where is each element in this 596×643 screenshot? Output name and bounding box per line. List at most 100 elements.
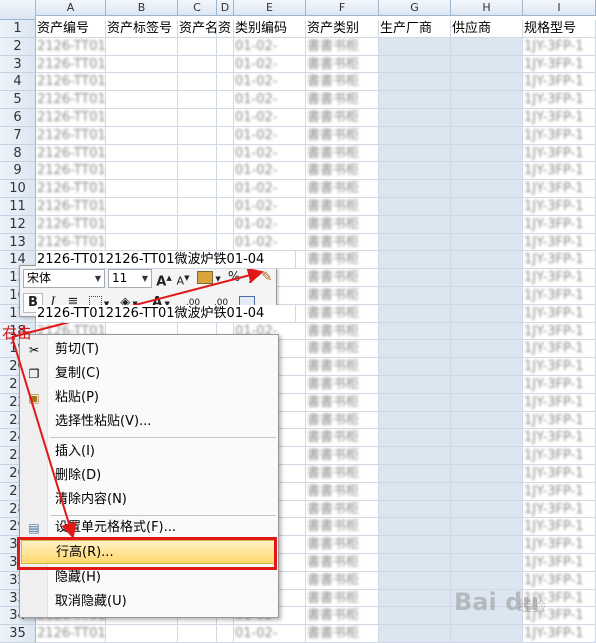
empty-cell[interactable] [451, 162, 523, 181]
row-header[interactable]: 12 [0, 215, 36, 234]
empty-cell[interactable] [217, 126, 234, 145]
column-header-e[interactable]: E [234, 0, 306, 16]
empty-cell[interactable] [217, 233, 234, 252]
blurred-cell[interactable]: 書書书柜 [306, 322, 379, 341]
empty-cell[interactable] [451, 304, 523, 323]
empty-cell[interactable] [379, 393, 451, 412]
blurred-cell[interactable]: 1JY-3FP-1 [523, 37, 596, 56]
empty-cell[interactable] [451, 393, 523, 412]
blurred-cell[interactable]: 2126-TT012126-TT01 [36, 126, 106, 145]
empty-cell[interactable] [178, 91, 217, 109]
header-cell[interactable]: 资产名 [178, 20, 217, 38]
blurred-cell[interactable]: 書書书柜 [306, 144, 379, 163]
empty-cell[interactable] [451, 91, 523, 109]
blurred-cell[interactable]: 書書书柜 [306, 162, 379, 181]
grow-font-button[interactable]: A▲ [155, 268, 173, 289]
blurred-cell[interactable]: 書書书柜 [306, 269, 379, 287]
empty-cell[interactable] [379, 251, 451, 270]
empty-cell[interactable] [379, 411, 451, 430]
row-header[interactable]: 6 [0, 109, 36, 127]
blurred-cell[interactable]: 01-02- [234, 198, 306, 216]
row-header[interactable]: 8 [0, 144, 36, 163]
empty-cell[interactable] [379, 465, 451, 483]
column-header-b[interactable]: B [106, 0, 178, 16]
row-header[interactable]: 13 [0, 233, 36, 252]
row-header[interactable]: 11 [0, 198, 36, 216]
blurred-cell[interactable]: 2126-TT012126-TT01 [36, 162, 106, 181]
empty-cell[interactable] [379, 536, 451, 554]
accounting-format-button[interactable]: ▼ [195, 268, 223, 288]
empty-cell[interactable] [178, 215, 217, 234]
blurred-cell[interactable]: 1JY-3FP-1 [523, 91, 596, 109]
empty-cell[interactable] [379, 554, 451, 572]
empty-cell[interactable] [451, 215, 523, 234]
empty-cell[interactable] [451, 109, 523, 127]
column-header-a[interactable]: A [36, 0, 106, 16]
blurred-cell[interactable]: 書書书柜 [306, 37, 379, 56]
empty-cell[interactable] [379, 109, 451, 127]
blurred-cell[interactable]: 1JY-3FP-1 [523, 625, 596, 643]
column-header-g[interactable]: G [379, 0, 451, 16]
empty-cell[interactable] [451, 73, 523, 92]
empty-cell[interactable] [379, 198, 451, 216]
blurred-cell[interactable]: 1JY-3FP-1 [523, 536, 596, 554]
blurred-cell[interactable]: 1JY-3FP-1 [523, 340, 596, 359]
empty-cell[interactable] [451, 198, 523, 216]
blurred-cell[interactable]: 01-02- [234, 73, 306, 92]
empty-cell[interactable] [217, 144, 234, 163]
empty-cell[interactable] [106, 73, 178, 92]
empty-cell[interactable] [379, 340, 451, 359]
menu-item-clear-contents[interactable]: 清除内容(N) [20, 488, 278, 512]
blurred-cell[interactable]: 書書书柜 [306, 126, 379, 145]
blurred-cell[interactable]: 01-02- [234, 233, 306, 252]
blurred-cell[interactable]: 書書书柜 [306, 518, 379, 537]
empty-cell[interactable] [451, 180, 523, 198]
row-header[interactable]: 9 [0, 162, 36, 181]
blurred-cell[interactable]: 2126-TT012126-TT01 [36, 73, 106, 92]
menu-item-insert[interactable]: 插入(I) [20, 440, 278, 464]
empty-cell[interactable] [451, 55, 523, 74]
header-cell[interactable]: 资产编号 [36, 20, 106, 38]
empty-cell[interactable] [106, 126, 178, 145]
header-cell[interactable]: 资产类别 [306, 20, 379, 38]
empty-cell[interactable] [178, 625, 217, 643]
empty-cell[interactable] [379, 162, 451, 181]
column-header-i[interactable]: I [523, 0, 596, 16]
empty-cell[interactable] [379, 91, 451, 109]
chevron-down-icon[interactable]: ▼ [139, 270, 151, 287]
blurred-cell[interactable]: 書書书柜 [306, 180, 379, 198]
header-cell[interactable]: 生产厂商 [379, 20, 451, 38]
empty-cell[interactable] [217, 55, 234, 74]
empty-cell[interactable] [451, 233, 523, 252]
blurred-cell[interactable]: 書書书柜 [306, 304, 379, 323]
empty-cell[interactable] [451, 269, 523, 287]
blurred-cell[interactable]: 1JY-3FP-1 [523, 55, 596, 74]
empty-cell[interactable] [379, 607, 451, 626]
empty-cell[interactable] [379, 126, 451, 145]
blurred-cell[interactable]: 書書书柜 [306, 91, 379, 109]
data-cell[interactable]: 2126-TT012126-TT01微波炉铁01-04 [36, 304, 296, 323]
blurred-cell[interactable]: 1JY-3FP-1 [523, 109, 596, 127]
empty-cell[interactable] [217, 625, 234, 643]
shrink-font-button[interactable]: A▼ [174, 268, 192, 288]
select-all-corner[interactable] [0, 0, 36, 20]
blurred-cell[interactable]: 01-02- [234, 109, 306, 127]
empty-cell[interactable] [178, 233, 217, 252]
empty-cell[interactable] [106, 144, 178, 163]
empty-cell[interactable] [217, 109, 234, 127]
blurred-cell[interactable]: 1JY-3FP-1 [523, 215, 596, 234]
header-cell[interactable]: 供应商 [451, 20, 523, 38]
blurred-cell[interactable]: 1JY-3FP-1 [523, 429, 596, 448]
blurred-cell[interactable]: 01-02- [234, 144, 306, 163]
empty-cell[interactable] [217, 91, 234, 109]
empty-cell[interactable] [217, 215, 234, 234]
empty-cell[interactable] [106, 37, 178, 56]
blurred-cell[interactable]: 1JY-3FP-1 [523, 482, 596, 501]
blurred-cell[interactable]: 書書书柜 [306, 465, 379, 483]
row-header[interactable]: 35 [0, 625, 36, 643]
blurred-cell[interactable]: 2126-TT012126-TT01 [36, 91, 106, 109]
comma-style-button[interactable]: , [244, 268, 258, 288]
menu-item-cut[interactable]: ✂ 剪切(T) [20, 338, 278, 362]
blurred-cell[interactable]: 1JY-3FP-1 [523, 322, 596, 341]
blurred-cell[interactable]: 2126-TT012126-TT01 [36, 144, 106, 163]
